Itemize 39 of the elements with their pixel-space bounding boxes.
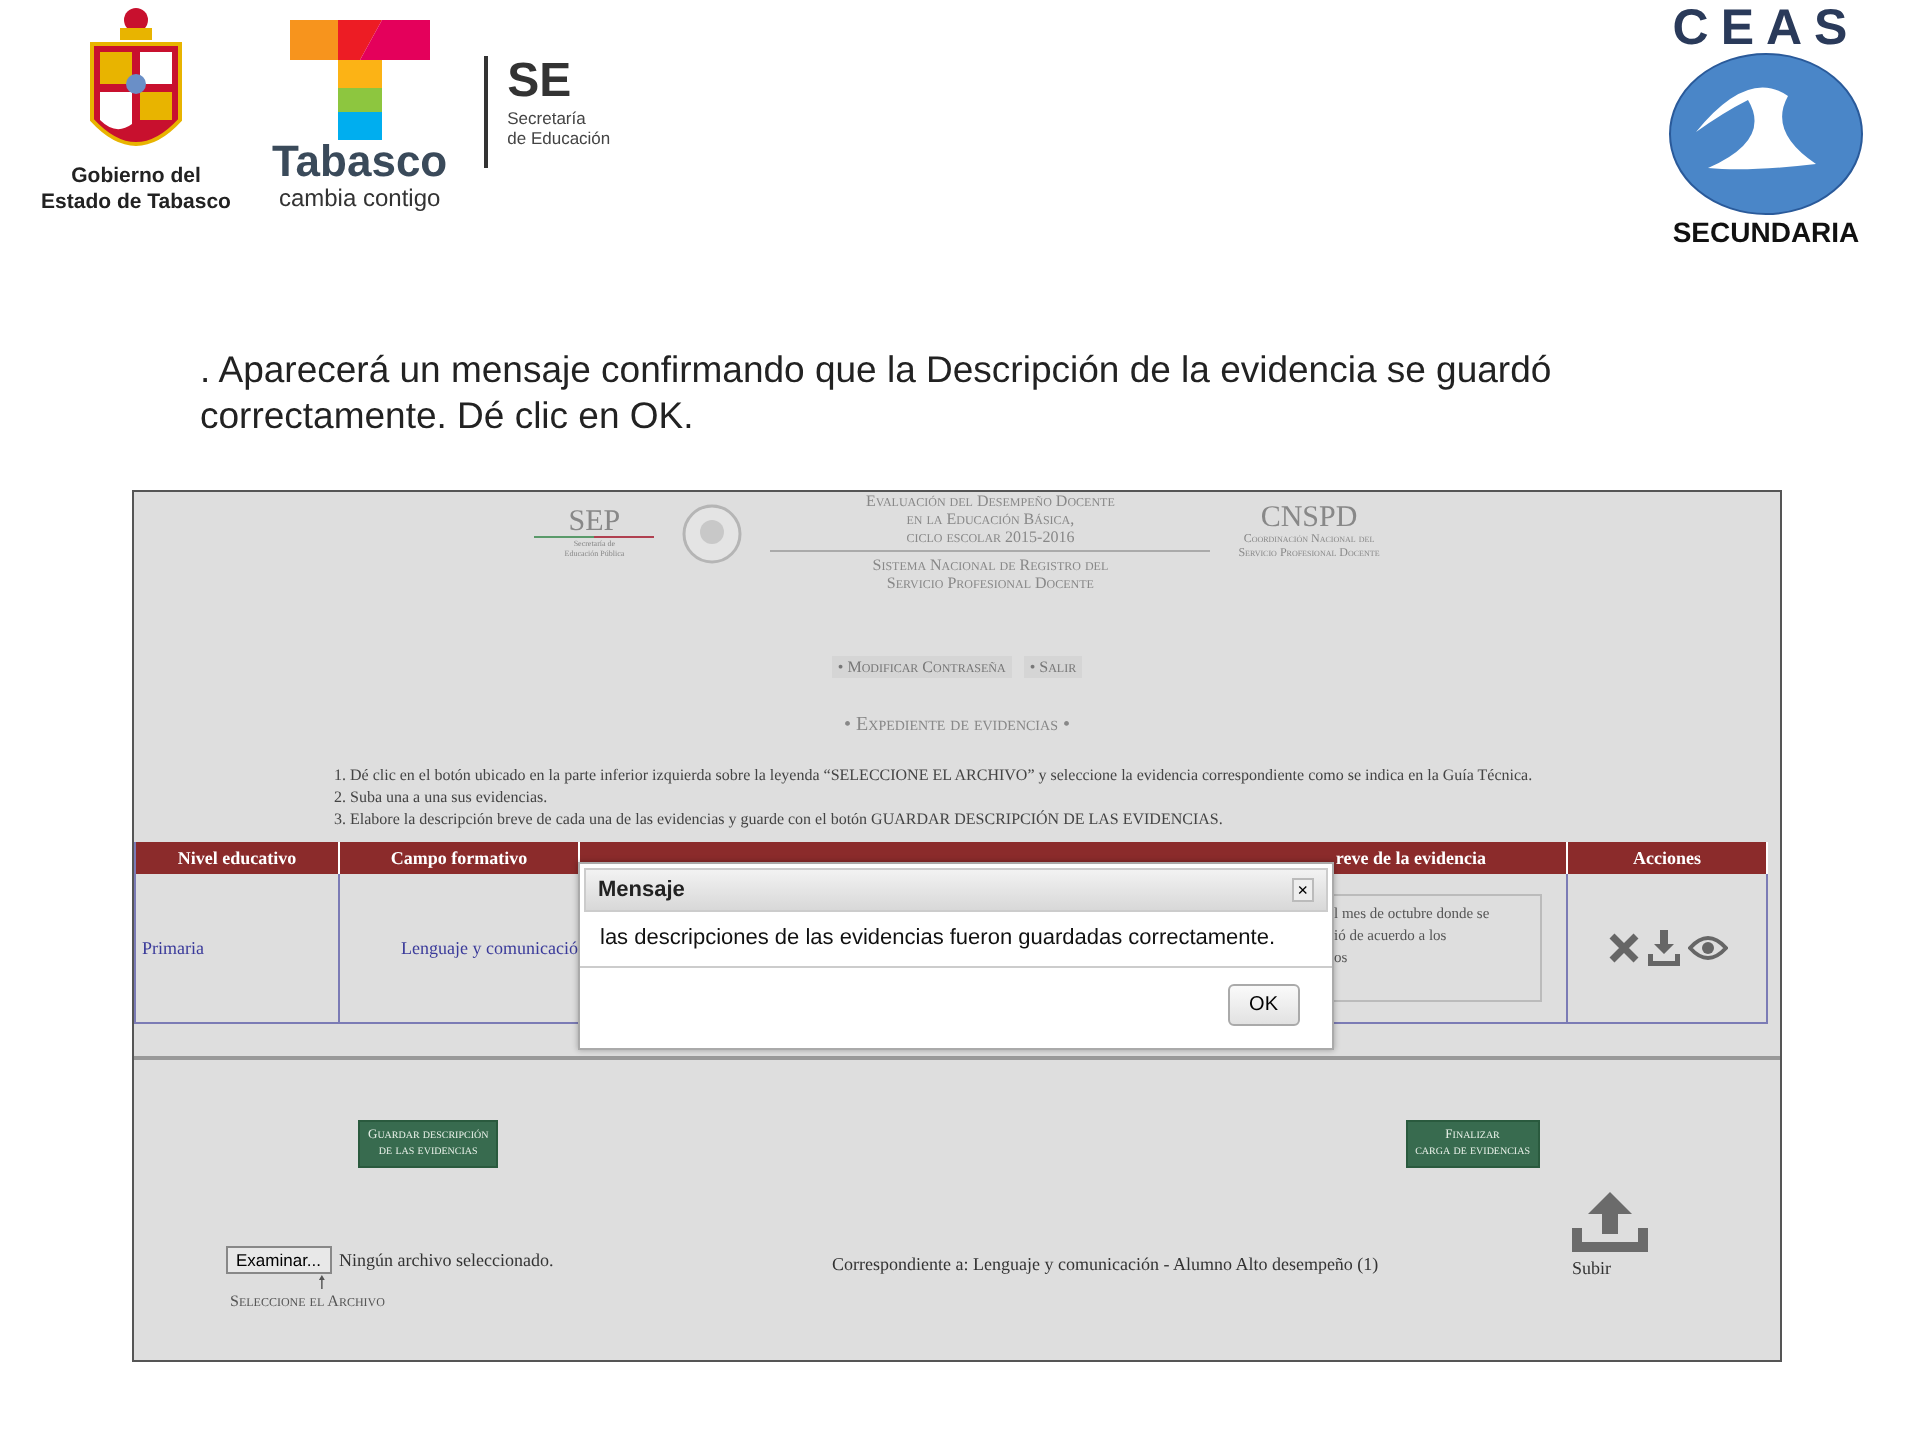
system-title: Sistema Nacional de Registro del Servicio Profesional Docente bbox=[872, 556, 1109, 592]
dialog-title: Mensaje bbox=[598, 878, 685, 902]
select-file-hint: Seleccione el Archivo bbox=[230, 1292, 385, 1310]
table-cell-text: Primaria bbox=[140, 938, 204, 958]
close-button[interactable]: × bbox=[1291, 878, 1314, 902]
secundaria-label: SECUNDARIA bbox=[1672, 216, 1860, 248]
state-government-name: Gobierno del Estado de Tabasco bbox=[41, 164, 231, 216]
download-icon[interactable] bbox=[1647, 930, 1679, 966]
menu-link[interactable]: • Salir bbox=[1023, 656, 1083, 678]
browse-button[interactable]: Examinar... bbox=[226, 1246, 332, 1274]
menu-link[interactable]: • Modificar Contraseña bbox=[831, 656, 1012, 678]
evaluation-title: Evaluación del Desempeño Docente en la Educación Básica, ciclo escolar 2015-2016 bbox=[770, 492, 1211, 552]
upload-icon[interactable] bbox=[1572, 1192, 1648, 1252]
correspondence-text: Correspondiente a: Lenguaje y comunicación - Alumno Alto desempeño (1) bbox=[832, 1254, 1381, 1274]
column-header: Acciones bbox=[1568, 842, 1768, 874]
instruction-step: 3. Elabore la descripción breve de cada una de las evidencias y guarde con el botón GUARDAR DESCRIPCIÓN DE LAS EVIDENCIAS. bbox=[334, 808, 1780, 830]
delete-icon[interactable] bbox=[1607, 932, 1639, 964]
arrow-icon: 🠕 bbox=[318, 1274, 326, 1292]
table-cell-text: Lenguaje y comunicació bbox=[399, 938, 578, 958]
slogan: cambia contigo bbox=[278, 184, 441, 212]
section-title: • Expediente de evidencias • bbox=[842, 714, 1072, 736]
sep-wordmark: SEP bbox=[568, 508, 621, 536]
ceas-wordmark: CEAS bbox=[1672, 4, 1860, 52]
t-logo-drawing bbox=[289, 20, 430, 140]
file-status: Ningún archivo seleccionado. bbox=[339, 1250, 554, 1270]
column-header: Nivel educativo bbox=[136, 842, 340, 874]
column-header: Campo formativo bbox=[340, 842, 580, 874]
secretariat-name: Secretaría de Educación bbox=[507, 108, 611, 148]
upload-label[interactable]: Subir bbox=[1572, 1258, 1612, 1278]
instruction-step: 2. Suba una a una sus evidencias. bbox=[334, 786, 1780, 808]
tabasco-wordmark: Tabasco bbox=[272, 140, 448, 184]
seal-icon bbox=[682, 504, 743, 564]
dialog-message: las descripciones de las evidencias fueron guardadas correctamente. bbox=[580, 916, 1332, 968]
instruction-text: . Aparecerá un mensaje confirmando que la Descripción de la evidencia se guardó correctamente. Dé clic en OK. bbox=[200, 346, 1554, 438]
se-wordmark: SE bbox=[507, 56, 574, 108]
ok-button[interactable]: OK bbox=[1227, 984, 1300, 1026]
instruction-step: 1. Dé clic en el botón ubicado en la parte inferior izquierda sobre la leyenda “SELECCIONE EL ARCHIVO” y seleccione la evidencia correspondiente como se indica en la Guía Técnica. bbox=[334, 764, 1780, 786]
cnspd-wordmark: CNSPD bbox=[1260, 504, 1358, 534]
view-icon[interactable] bbox=[1687, 934, 1727, 962]
